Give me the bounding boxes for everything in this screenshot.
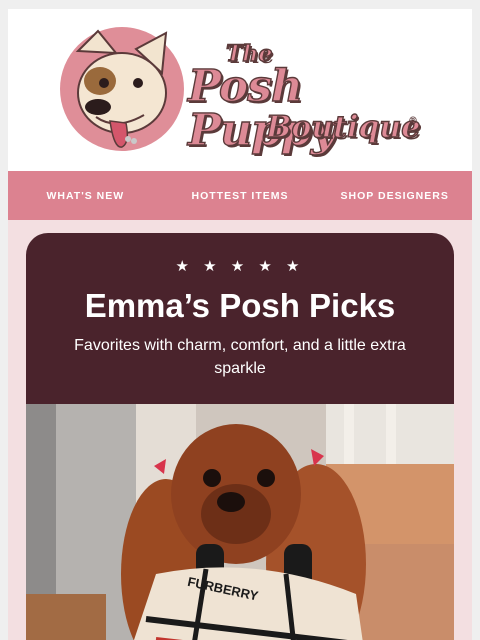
brand-logo[interactable]: The Posh Puppy Boutique ® bbox=[58, 21, 428, 161]
email-frame: The Posh Puppy Boutique ® WHAT'S NEW HOT… bbox=[8, 9, 472, 640]
registered-mark: ® bbox=[408, 116, 418, 127]
logo-wordmark: The Posh Puppy Boutique ® bbox=[187, 39, 428, 159]
nav-shop-designers[interactable]: SHOP DESIGNERS bbox=[317, 171, 472, 220]
feature-photo[interactable]: FURBERRY bbox=[26, 404, 454, 640]
feature-subtitle: Favorites with charm, comfort, and a lit… bbox=[74, 337, 406, 377]
header: The Posh Puppy Boutique ® bbox=[8, 9, 472, 171]
star-rating: ★ ★ ★ ★ ★ bbox=[175, 258, 305, 275]
feature-title: Emma’s Posh Picks bbox=[84, 287, 396, 324]
main-nav: WHAT'S NEW HOTTEST ITEMS SHOP DESIGNERS bbox=[8, 171, 472, 220]
nav-hottest-items[interactable]: HOTTEST ITEMS bbox=[163, 171, 318, 220]
logo-boutique: Boutique bbox=[265, 110, 421, 145]
feature-card: ★ ★ ★ ★ ★ Emma’s Posh Picks Favorites wi… bbox=[26, 233, 454, 640]
puppy-mascot-icon bbox=[60, 27, 184, 151]
nav-whats-new[interactable]: WHAT'S NEW bbox=[8, 171, 163, 220]
